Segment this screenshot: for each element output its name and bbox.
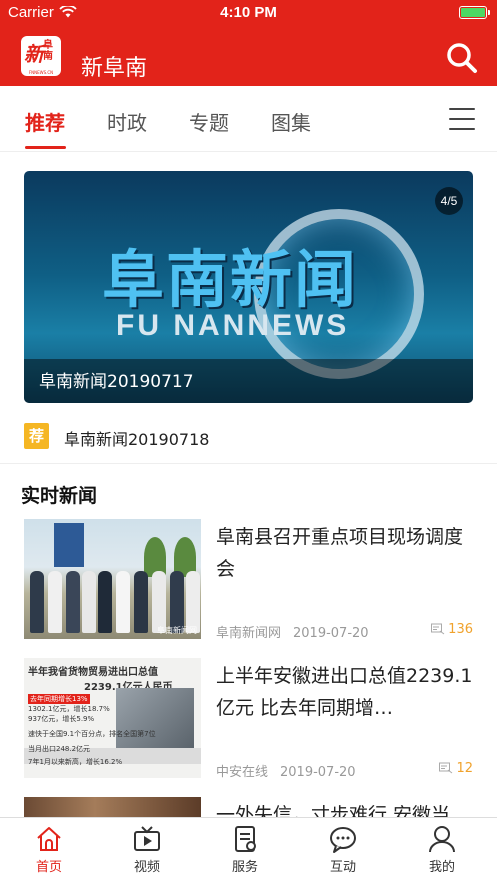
news-meta: 中安在线 2019-07-20 [216, 761, 356, 780]
section-title: 实时新闻 [21, 485, 98, 507]
news-title: 上半年安徽进出口总值2239.1亿元 比去年同期增… [216, 665, 473, 719]
banner-carousel[interactable]: 阜南新闻 FU NANNEWS 4/5 阜南新闻20190717 [24, 171, 473, 403]
recommend-badge: 荐 [24, 423, 49, 449]
banner-image-subtitle: FU NANNEWS [116, 309, 350, 342]
tabbar-service[interactable]: 服务 [215, 824, 275, 880]
banner-caption: 阜南新闻20190717 [39, 372, 194, 392]
app-title: 新阜南 [81, 56, 148, 81]
news-source: 中安在线 [216, 765, 269, 780]
news-thumbnail: 半年我省货物贸易进出口总值 2239.1亿元人民币 去年同期增长13% 1302… [24, 658, 201, 778]
news-title: 阜南县召开重点项目现场调度会 [216, 526, 464, 580]
clock: 4:10 PM [220, 4, 277, 21]
recommend-text: 阜南新闻20190718 [64, 430, 210, 449]
comment-icon [431, 623, 445, 635]
status-bar: Carrier 4:10 PM [0, 0, 497, 28]
tab-topics[interactable]: 专题 [189, 107, 229, 136]
news-thumbnail: 阜南新闻网 [24, 519, 201, 639]
news-meta: 阜南新闻网 2019-07-20 [216, 622, 369, 641]
service-icon [235, 826, 256, 852]
recommended-headline[interactable]: 荐 阜南新闻20190718 [24, 422, 473, 452]
battery-icon [459, 6, 490, 19]
home-icon [37, 827, 61, 851]
tabbar-home[interactable]: 首页 [19, 824, 79, 880]
tabbar-interact[interactable]: 互动 [313, 824, 373, 880]
tab-gallery[interactable]: 图集 [271, 107, 311, 136]
divider [0, 463, 497, 464]
tabbar-video[interactable]: 视频 [117, 824, 177, 880]
user-icon [429, 826, 455, 853]
banner-page-counter: 4/5 [435, 187, 463, 215]
comment-count: 12 [439, 761, 473, 776]
banner-image-title: 阜南新闻 [102, 243, 359, 316]
search-icon[interactable] [444, 40, 478, 74]
tabbar-mine[interactable]: 我的 [412, 824, 472, 880]
news-item[interactable]: 半年我省货物贸易进出口总值 2239.1亿元人民币 去年同期增长13% 1302… [24, 658, 473, 780]
bottom-tab-bar: 首页 视频 服务 互动 我的 [0, 817, 497, 883]
comment-count: 136 [431, 622, 473, 637]
comment-icon [439, 762, 453, 774]
news-item[interactable]: 阜南新闻网 阜南县召开重点项目现场调度会 阜南新闻网 2019-07-20 136 [24, 519, 473, 641]
category-tabs: 推荐 时政 专题 图集 [0, 86, 497, 152]
news-source: 阜南新闻网 [216, 626, 282, 641]
menu-icon[interactable] [449, 108, 475, 130]
app-logo: 新 阜南 FNNEWS.CN [21, 36, 61, 76]
active-tab-indicator [25, 146, 66, 149]
news-date: 2019-07-20 [280, 765, 356, 780]
app-header: Carrier 4:10 PM 新 阜南 FNNEWS.CN 新阜南 [0, 0, 497, 86]
tab-recommend[interactable]: 推荐 [25, 107, 65, 136]
chat-icon [330, 827, 356, 853]
tab-politics[interactable]: 时政 [107, 107, 147, 136]
news-date: 2019-07-20 [293, 626, 369, 641]
tv-icon [134, 826, 160, 851]
